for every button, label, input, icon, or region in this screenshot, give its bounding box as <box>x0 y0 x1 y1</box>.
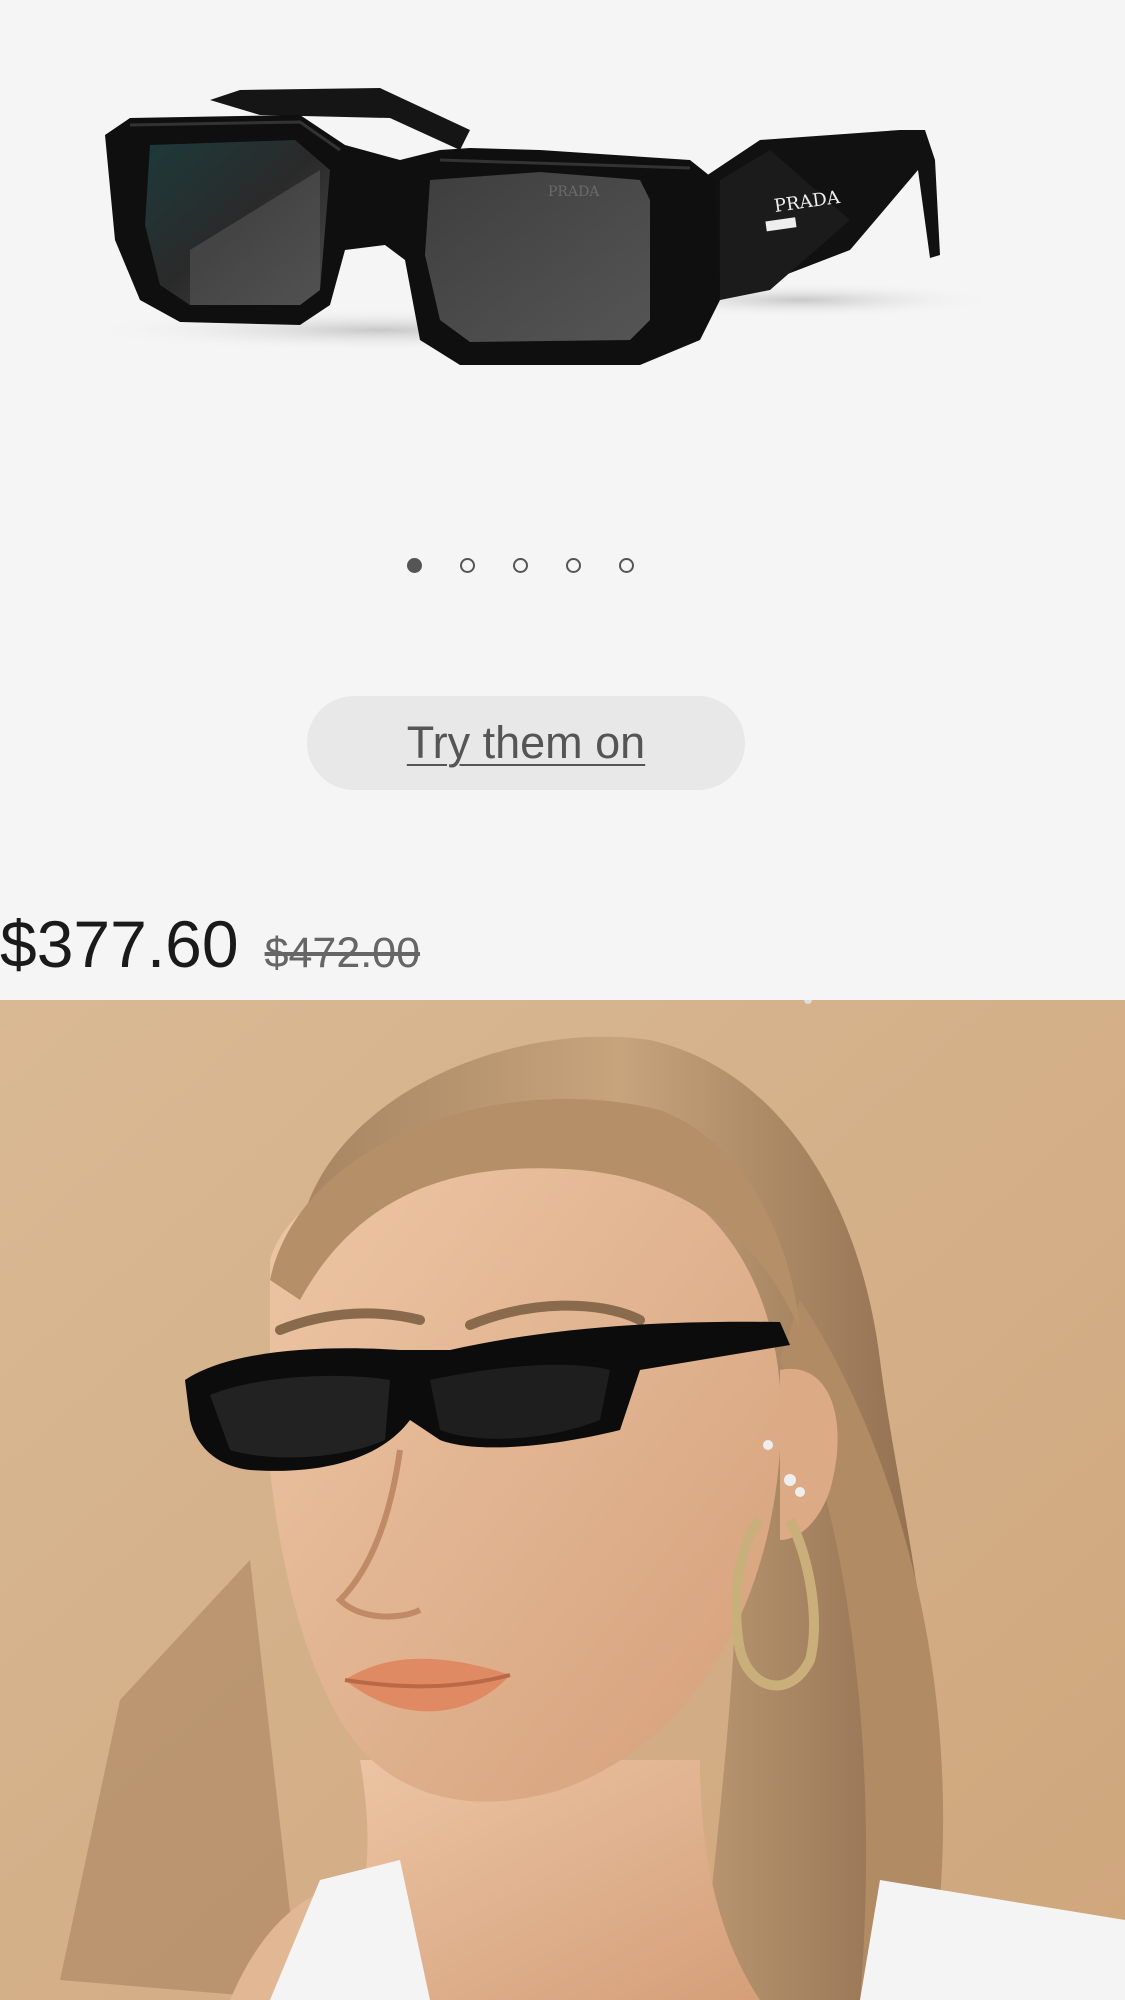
try-them-on-button[interactable]: Try them on <box>307 696 745 790</box>
product-detail-page: PRADA PRADA Try them on $377.60 $472.00 <box>0 0 1125 2000</box>
carousel-dot-4[interactable] <box>565 558 581 573</box>
carousel-dot-2[interactable] <box>459 558 475 573</box>
svg-text:PRADA: PRADA <box>548 184 600 200</box>
original-price: $472.00 <box>264 929 421 977</box>
carousel-dot-5[interactable] <box>618 558 634 573</box>
image-carousel-pager <box>0 558 1125 573</box>
current-price: $377.60 <box>0 907 239 981</box>
try-them-on-label: Try them on <box>406 717 646 768</box>
sunglasses-product-image[interactable]: PRADA PRADA <box>0 0 1125 520</box>
model-wearing-sunglasses-image[interactable] <box>0 1000 1125 2000</box>
carousel-dot-3[interactable] <box>512 558 528 573</box>
carousel-dot-1[interactable] <box>406 558 422 573</box>
price-row: $377.60 $472.00 <box>0 906 420 982</box>
